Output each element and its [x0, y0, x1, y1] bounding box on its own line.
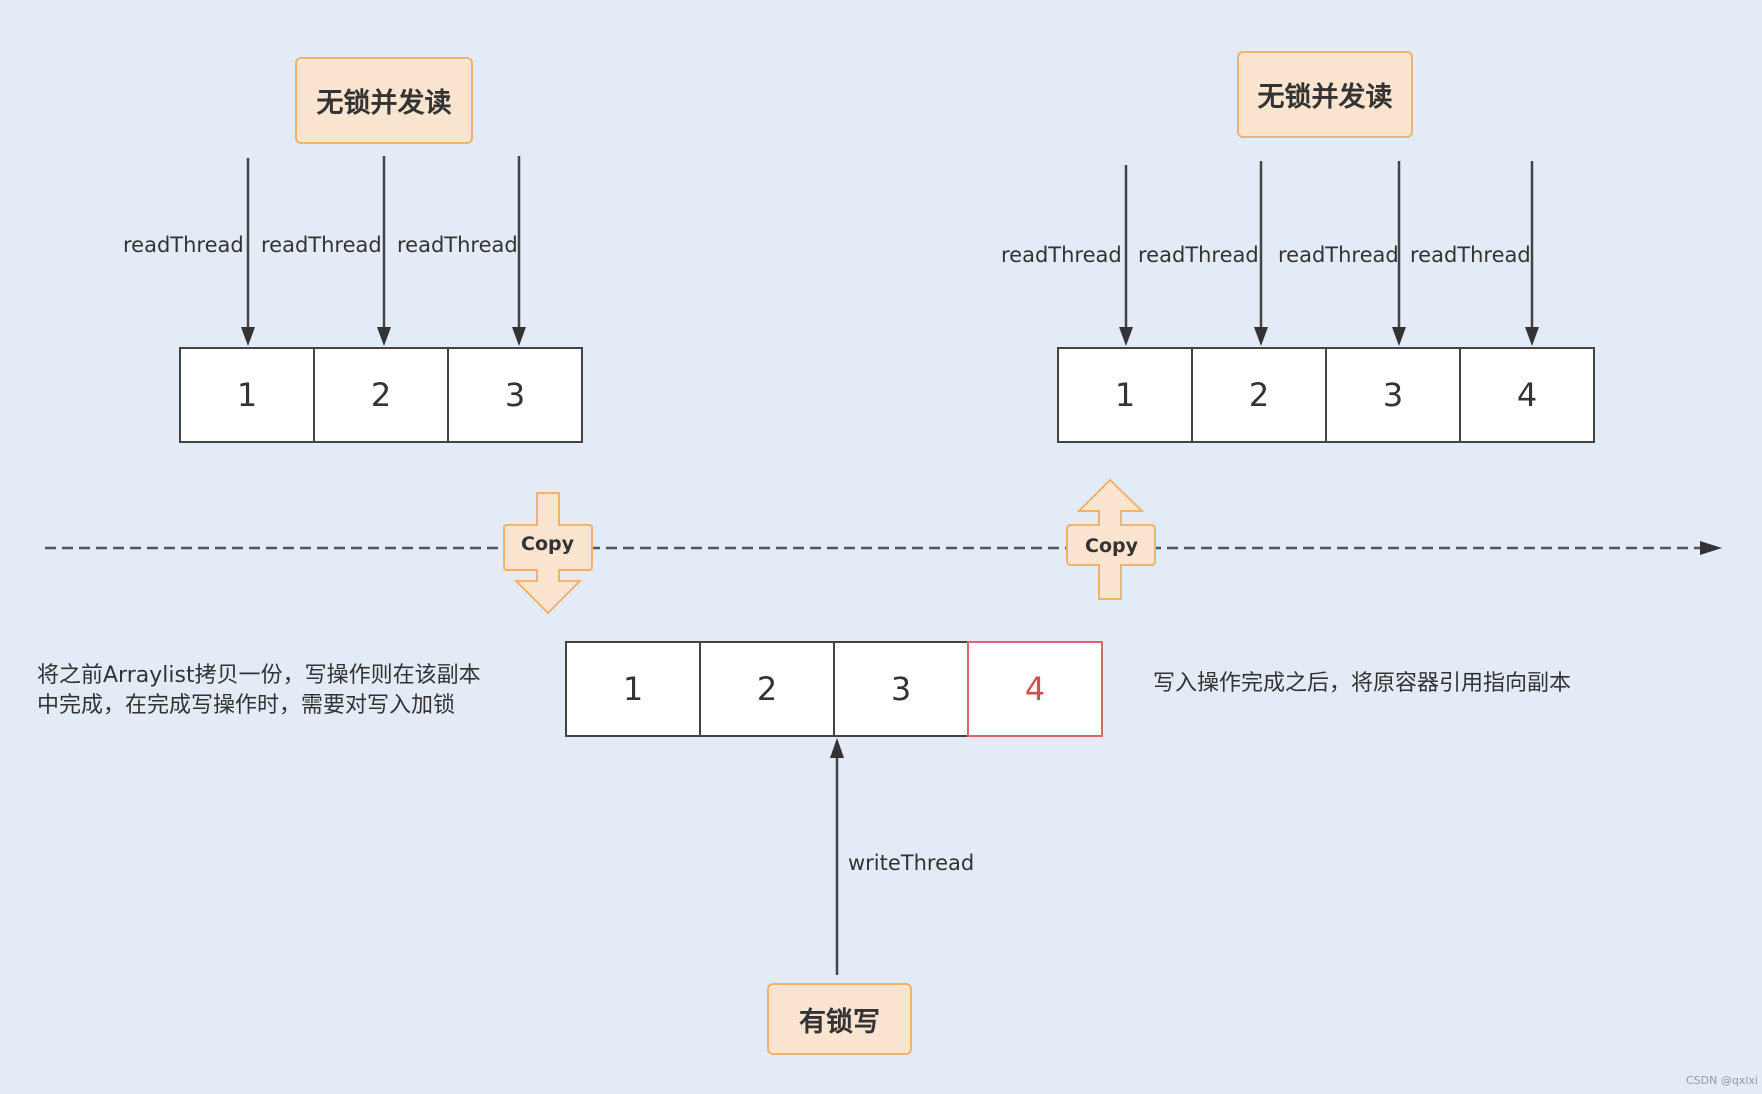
array-cell: 3 — [833, 641, 969, 737]
watermark: CSDN @qxlxi — [1686, 1074, 1758, 1087]
read-thread-label: readThread — [1138, 243, 1259, 267]
read-thread-label: readThread — [123, 233, 244, 257]
reference-swap-note: 写入操作完成之后，将原容器引用指向副本 — [1153, 671, 1572, 696]
array-cell: 2 — [313, 347, 449, 443]
read-thread-label: readThread — [1278, 243, 1399, 267]
connector-layer — [45, 156, 1722, 975]
array-cell: 1 — [565, 641, 701, 737]
arrow-head-icon — [377, 327, 391, 346]
array-cell: 1 — [1057, 347, 1193, 443]
read-thread-label: readThread — [1410, 243, 1531, 267]
arrow-head-icon — [1392, 327, 1406, 346]
arrow-head-icon — [512, 327, 526, 346]
array-cell: 1 — [179, 347, 315, 443]
arrow-head-icon — [241, 327, 255, 346]
original-array: 1 2 3 — [179, 347, 583, 443]
copy-array: 1 2 3 4 — [565, 641, 1103, 737]
arrow-head-icon — [1525, 327, 1539, 346]
copy-explanation-note: 将之前Arraylist拷贝一份，写操作则在该副本 中完成，在完成写操作时，需要… — [37, 661, 481, 721]
note-line: 中完成，在完成写操作时，需要对写入加锁 — [37, 693, 456, 718]
new-array-cell: 4 — [967, 641, 1103, 737]
locked-write-box: 有锁写 — [767, 983, 912, 1055]
read-thread-label: readThread — [261, 233, 382, 257]
lock-free-read-box-right: 无锁并发读 — [1237, 51, 1413, 138]
arrow-head-icon — [1119, 327, 1133, 346]
timeline-arrow-head-icon — [1700, 541, 1722, 555]
array-cell: 4 — [1459, 347, 1595, 443]
arrow-head-icon — [1254, 327, 1268, 346]
array-cell: 3 — [1325, 347, 1461, 443]
write-thread-label: writeThread — [848, 851, 975, 875]
read-thread-label: readThread — [397, 233, 518, 257]
copy-up-label: Copy — [1085, 535, 1138, 557]
array-cell: 2 — [1191, 347, 1327, 443]
arrow-head-icon — [830, 738, 844, 758]
copy-down-label: Copy — [521, 533, 574, 555]
array-cell: 3 — [447, 347, 583, 443]
note-line: 将之前Arraylist拷贝一份，写操作则在该副本 — [37, 663, 481, 688]
read-thread-label: readThread — [1001, 243, 1122, 267]
lock-free-read-box-left: 无锁并发读 — [295, 57, 473, 144]
updated-array: 1 2 3 4 — [1057, 347, 1595, 443]
array-cell: 2 — [699, 641, 835, 737]
